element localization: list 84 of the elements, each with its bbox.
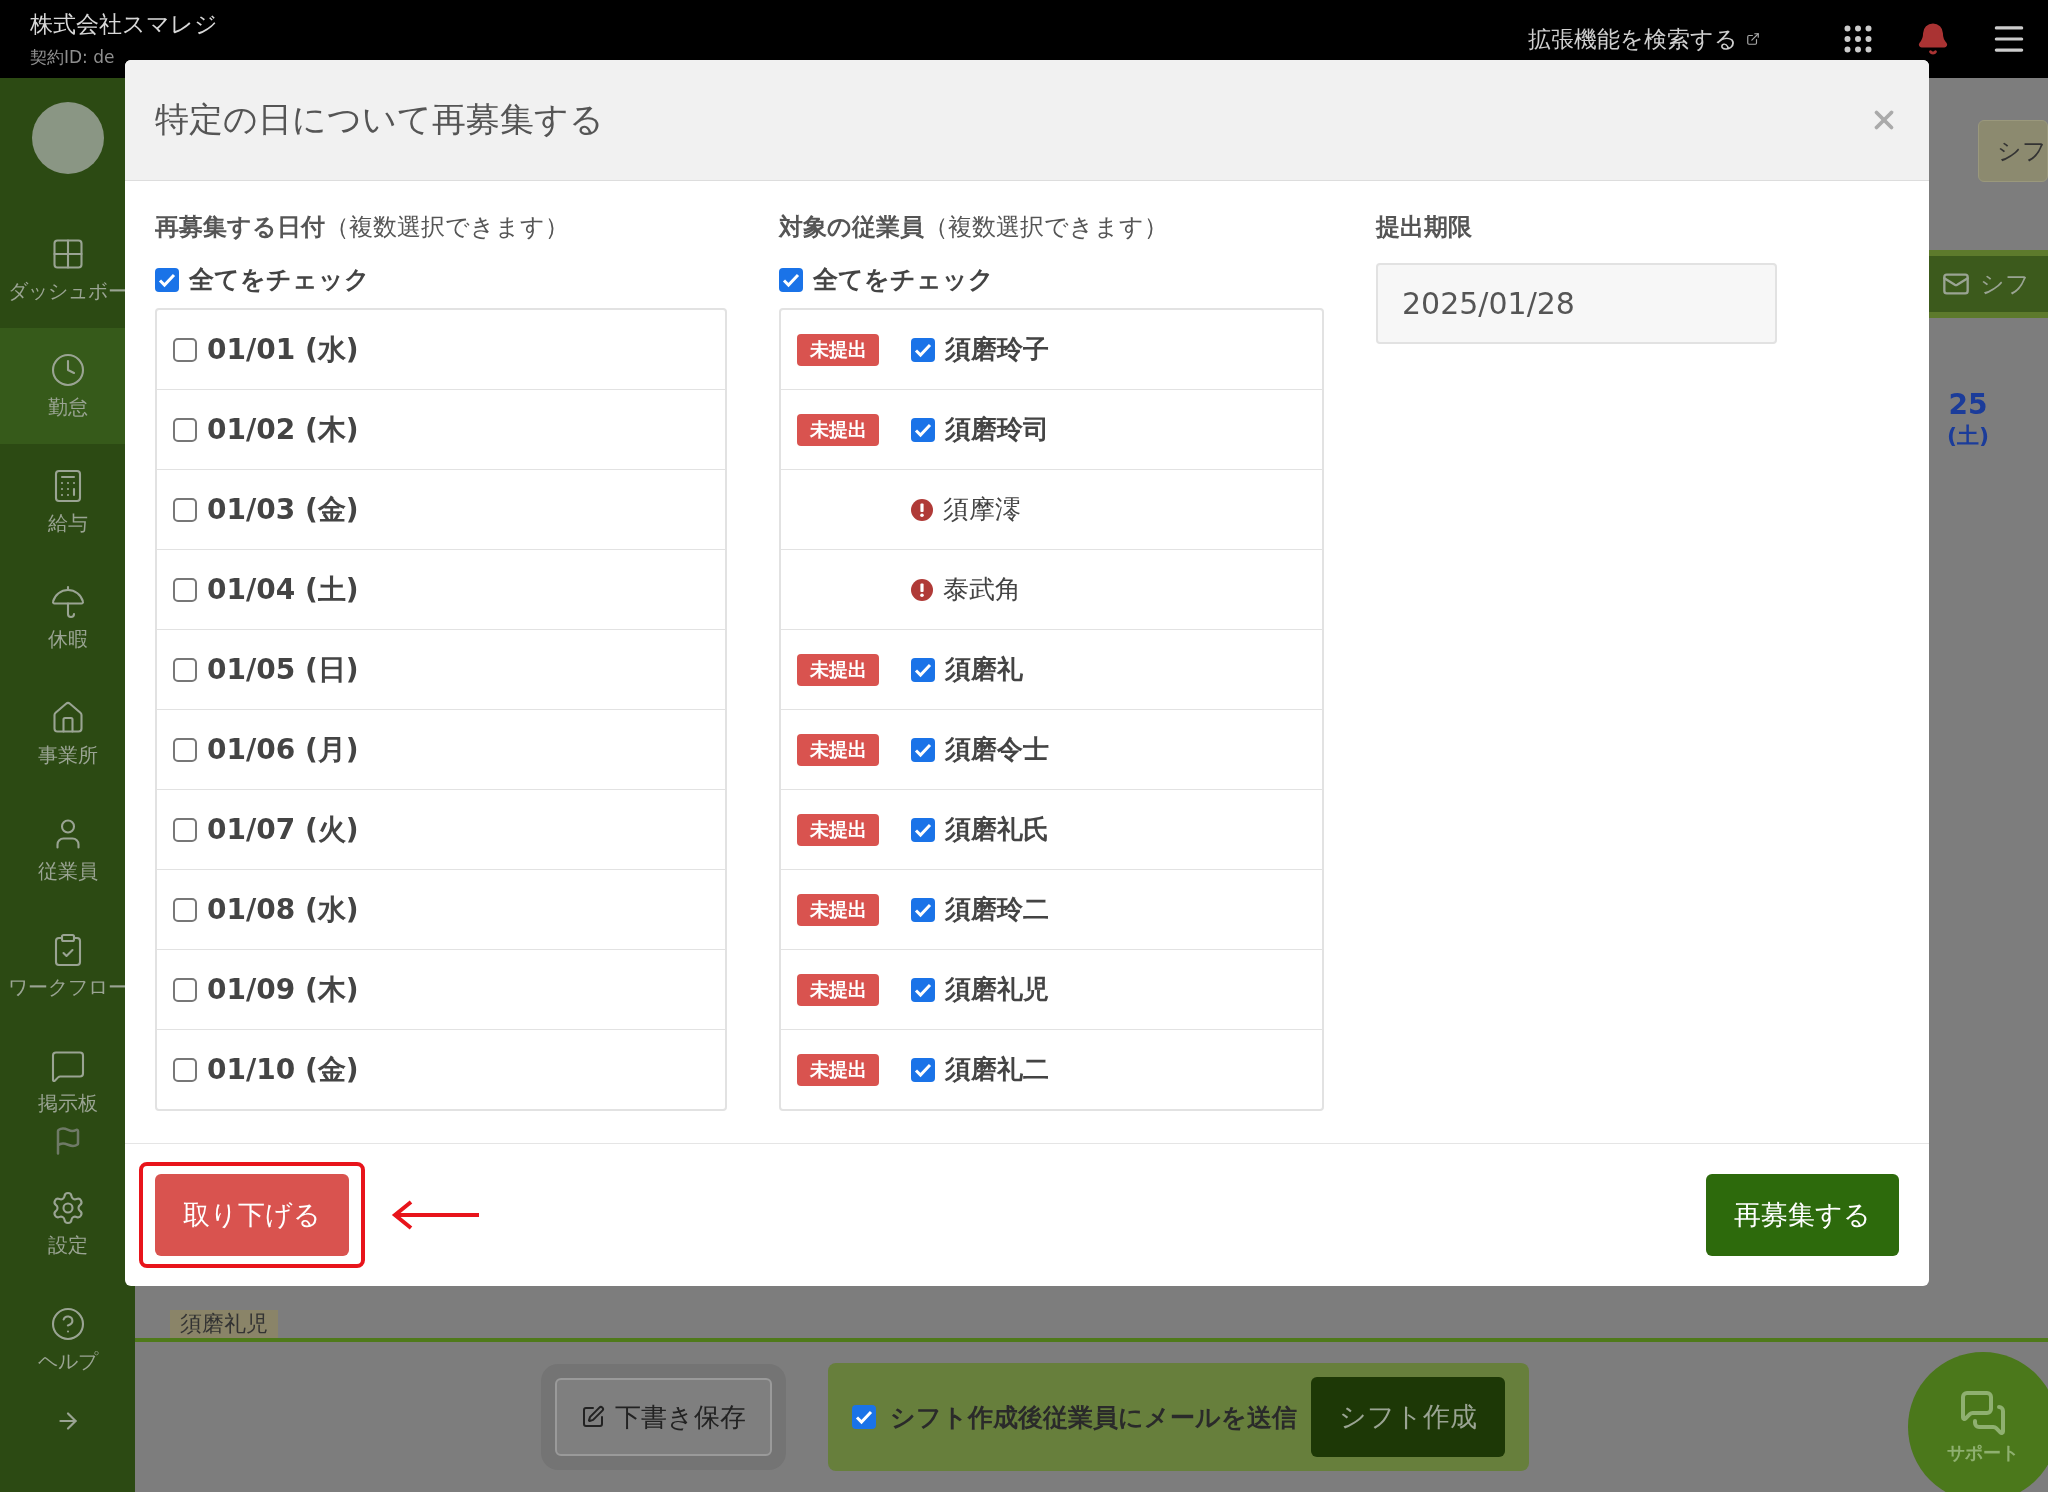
date-label: 01/03 (金)	[207, 491, 359, 528]
deadline-field[interactable]: 2025/01/28	[1376, 263, 1777, 344]
date-label: 01/01 (水)	[207, 331, 359, 368]
check-all-checkbox[interactable]	[779, 267, 803, 292]
arrow-icon	[391, 1200, 481, 1230]
date-checkbox[interactable]	[173, 977, 197, 1002]
not-submitted-badge: 未提出	[797, 733, 879, 766]
chat-icon	[1959, 1389, 2007, 1437]
check-all-label: 全てをチェック	[189, 264, 370, 296]
date-checkbox[interactable]	[173, 417, 197, 442]
employee-checkbox[interactable]	[911, 417, 935, 442]
sidebar-item[interactable]: ヘルプ	[0, 1282, 135, 1398]
calendar-day-header: 25 (土)	[1945, 388, 1991, 450]
column-heading: 提出期限	[1376, 212, 1473, 243]
employee-checkbox[interactable]	[911, 817, 935, 842]
sidebar-item[interactable]: 掲示板	[0, 1024, 135, 1140]
employee-checkbox[interactable]	[911, 337, 935, 362]
date-checkbox[interactable]	[173, 577, 197, 602]
date-checkbox[interactable]	[173, 337, 197, 362]
date-label: 01/09 (木)	[207, 971, 359, 1008]
employee-checkbox[interactable]	[911, 897, 935, 922]
employee-name: 須磨玲二	[945, 893, 1049, 926]
umbrella-icon	[49, 583, 86, 620]
date-label: 01/10 (金)	[207, 1051, 359, 1088]
not-submitted-badge: 未提出	[797, 813, 879, 846]
date-checkbox[interactable]	[173, 657, 197, 682]
employee-name: 須磨礼氏	[945, 813, 1049, 846]
edit-icon	[581, 1405, 605, 1429]
not-submitted-badge: 未提出	[797, 653, 879, 686]
date-checkbox[interactable]	[173, 897, 197, 922]
employee-name: 須摩澪	[943, 493, 1021, 526]
warning-icon	[911, 578, 933, 601]
employee-name: 泰武角	[943, 573, 1021, 606]
sidebar-item[interactable]: 給与	[0, 444, 135, 560]
date-checkbox[interactable]	[173, 497, 197, 522]
date-checkbox[interactable]	[173, 1057, 197, 1082]
not-submitted-badge: 未提出	[797, 1053, 879, 1086]
sidebar-item[interactable]: 休暇	[0, 560, 135, 676]
help-icon	[49, 1305, 86, 1342]
date-checkbox[interactable]	[173, 817, 197, 842]
check-all-checkbox[interactable]	[155, 267, 179, 292]
support-button[interactable]: サポート	[1908, 1352, 2048, 1492]
dialog-title: 特定の日について再募集する	[155, 98, 604, 141]
resubmit-button[interactable]: 再募集する	[1706, 1174, 1899, 1256]
date-label: 01/07 (火)	[207, 811, 359, 848]
employee-checkbox[interactable]	[911, 977, 935, 1002]
withdraw-button[interactable]: 取り下げる	[155, 1174, 349, 1256]
date-label: 01/04 (土)	[207, 571, 359, 608]
sidebar-item[interactable]: 設定	[0, 1166, 135, 1282]
clock-icon	[49, 351, 86, 388]
warning-icon	[911, 498, 933, 521]
create-shift-button[interactable]: シフト作成	[1311, 1377, 1505, 1457]
company-name: 株式会社スマレジ	[30, 10, 219, 39]
sidebar-item[interactable]: 事業所	[0, 676, 135, 792]
shift-button[interactable]: シフ	[1978, 120, 2048, 182]
check-all-label: 全てをチェック	[813, 264, 994, 296]
not-submitted-badge: 未提出	[797, 893, 879, 926]
date-checkbox[interactable]	[173, 737, 197, 762]
employee-name: 須磨玲子	[945, 333, 1049, 366]
employee-name: 須磨礼二	[945, 1053, 1049, 1086]
mail-option-label: シフト作成後従業員にメールを送信	[890, 1401, 1297, 1434]
not-submitted-badge: 未提出	[797, 413, 879, 446]
external-link-icon	[1746, 32, 1760, 46]
employee-name: 須磨礼児	[945, 973, 1049, 1006]
date-label: 01/02 (木)	[207, 411, 359, 448]
sidebar-item[interactable]: 従業員	[0, 792, 135, 908]
not-submitted-badge: 未提出	[797, 973, 879, 1006]
employee-name: 須磨令士	[945, 733, 1049, 766]
extension-search-link[interactable]: 拡張機能を検索する	[1528, 23, 1760, 55]
employee-checkbox[interactable]	[911, 657, 935, 682]
column-heading: 再募集する日付（複数選択できます）	[155, 212, 570, 243]
employee-checkbox[interactable]	[911, 1057, 935, 1082]
date-label: 01/05 (日)	[207, 651, 359, 688]
employee-row-name: 須磨礼児	[170, 1310, 278, 1338]
column-heading: 対象の従業員（複数選択できます）	[779, 212, 1169, 243]
bell-icon[interactable]	[1916, 22, 1950, 56]
not-submitted-badge: 未提出	[797, 333, 879, 366]
employee-name: 須磨礼	[945, 653, 1023, 686]
date-label: 01/08 (水)	[207, 891, 359, 928]
contract-id: 契約ID: de	[30, 46, 116, 69]
employee-checkbox[interactable]	[911, 737, 935, 762]
mail-checkbox[interactable]	[852, 1405, 876, 1429]
date-label: 01/06 (月)	[207, 731, 359, 768]
employee-name: 須磨玲司	[945, 413, 1049, 446]
